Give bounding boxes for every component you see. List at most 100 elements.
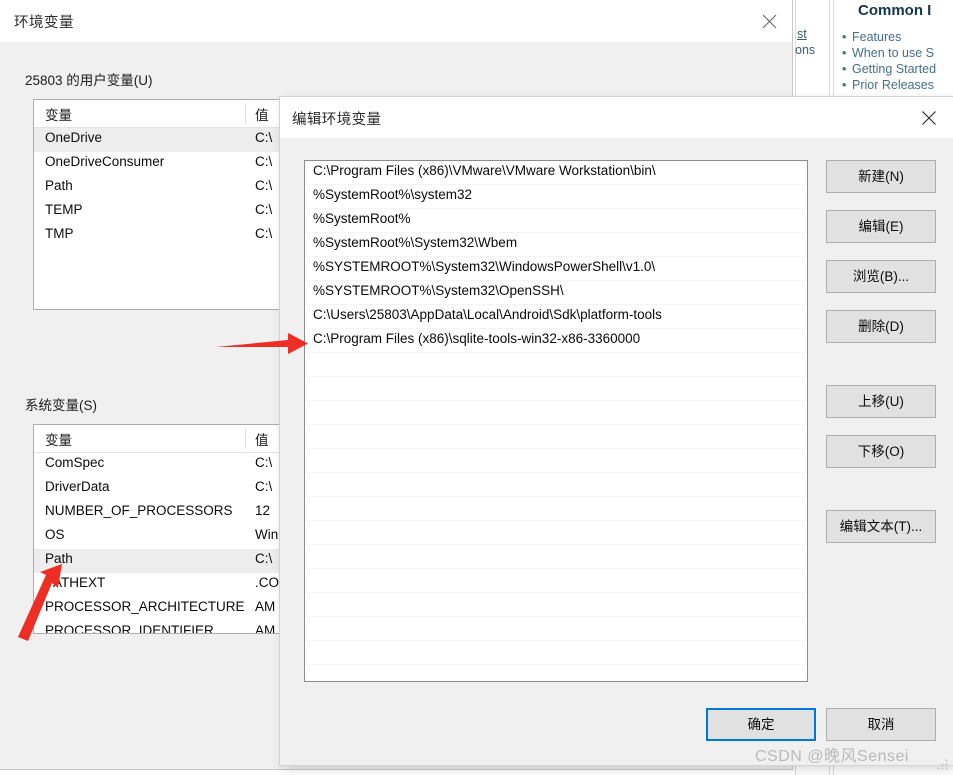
- table-row[interactable]: OneDrive C:\: [34, 128, 279, 152]
- table-row[interactable]: NUMBER_OF_PROCESSORS 12: [34, 501, 279, 525]
- system-variables-table[interactable]: 变量 值 ComSpec C:\ DriverData C:\ NUMBER_OF_PR…: [33, 424, 280, 634]
- edit-environment-variable-dialog: 编辑环境变量 C:\Program Files (x86)\VMware\VMw…: [280, 97, 953, 765]
- path-list-item[interactable]: C:\Program Files (x86)\VMware\VMware Wor…: [305, 161, 807, 185]
- table-row[interactable]: ComSpec C:\: [34, 453, 279, 477]
- bg-bullet-0[interactable]: • Features: [842, 30, 901, 44]
- system-variable-name: OS: [45, 527, 65, 542]
- user-variable-value: C:\: [255, 226, 273, 241]
- system-variable-name: PROCESSOR_ARCHITECTURE: [45, 599, 245, 614]
- table-row[interactable]: TMP C:\: [34, 224, 279, 248]
- path-list-item[interactable]: C:\Program Files (x86)\sqlite-tools-win3…: [305, 329, 807, 353]
- bg-bullet-label-2: Getting Started: [852, 62, 937, 76]
- user-variable-value: C:\: [255, 178, 273, 193]
- path-list-empty-row: [305, 497, 807, 521]
- path-list-item-label: %SystemRoot%\System32\Wbem: [313, 235, 518, 250]
- user-col-divider: [245, 103, 246, 124]
- user-variable-name: Path: [45, 178, 73, 193]
- table-row[interactable]: OneDriveConsumer C:\: [34, 152, 279, 176]
- path-list-item[interactable]: %SYSTEMROOT%\System32\OpenSSH\: [305, 281, 807, 305]
- system-variable-value: AM: [255, 599, 276, 614]
- path-list-empty-row: [305, 377, 807, 401]
- move-down-button[interactable]: 下移(O): [826, 435, 936, 468]
- path-list-item[interactable]: %SystemRoot%: [305, 209, 807, 233]
- bg-page-heading: Common I: [858, 2, 932, 19]
- path-list-item-label: %SYSTEMROOT%\System32\OpenSSH\: [313, 283, 564, 298]
- path-list-item-label: %SYSTEMROOT%\System32\WindowsPowerShell\…: [313, 259, 656, 274]
- bg-bullet-3[interactable]: • Prior Releases: [842, 78, 934, 92]
- user-variable-name: TMP: [45, 226, 74, 241]
- system-col-divider: [245, 428, 246, 449]
- resize-grip-icon[interactable]: [937, 758, 949, 770]
- user-variable-name: TEMP: [45, 202, 83, 217]
- system-variable-value: C:\: [255, 551, 273, 566]
- system-variable-value: 12: [255, 503, 271, 518]
- bg-bullet-1[interactable]: • When to use S: [842, 46, 934, 60]
- move-up-button[interactable]: 上移(U): [826, 385, 936, 418]
- system-variable-name: PROCESSOR_IDENTIFIER: [45, 623, 214, 634]
- path-list-item-label: C:\Program Files (x86)\VMware\VMware Wor…: [313, 163, 656, 178]
- user-col-header-name: 变量: [45, 108, 72, 123]
- path-list-item-label: C:\Users\25803\AppData\Local\Android\Sdk…: [313, 307, 662, 322]
- table-row[interactable]: DriverData C:\: [34, 477, 279, 501]
- cancel-button[interactable]: 取消: [826, 708, 936, 741]
- user-variables-group-label: 25803 的用户变量(U): [25, 69, 159, 89]
- path-list-item[interactable]: %SystemRoot%\System32\Wbem: [305, 233, 807, 257]
- system-variables-rows: ComSpec C:\ DriverData C:\ NUMBER_OF_PROCESS…: [34, 453, 279, 634]
- env-window-title: 环境变量: [14, 15, 74, 31]
- system-variable-value: AM: [255, 623, 276, 634]
- user-variable-value: C:\: [255, 202, 273, 217]
- csdn-watermark: CSDN @晚风Sensei: [755, 748, 909, 765]
- table-row[interactable]: OS Win: [34, 525, 279, 549]
- table-row[interactable]: Path C:\: [34, 176, 279, 200]
- path-list-empty-row: [305, 617, 807, 641]
- bg-bullet-label-3: Prior Releases: [852, 78, 934, 92]
- close-icon[interactable]: [746, 0, 792, 42]
- bullet-dot-icon: •: [842, 62, 847, 76]
- user-variable-name: OneDrive: [45, 130, 103, 145]
- bg-bullet-label-1: When to use S: [852, 46, 934, 60]
- path-list-item-label: %SystemRoot%: [313, 211, 411, 226]
- delete-button[interactable]: 删除(D): [826, 310, 936, 343]
- bullet-dot-icon: •: [842, 46, 847, 60]
- path-list-empty-row: [305, 449, 807, 473]
- path-list-item[interactable]: C:\Users\25803\AppData\Local\Android\Sdk…: [305, 305, 807, 329]
- path-entries-listbox[interactable]: C:\Program Files (x86)\VMware\VMware Wor…: [304, 160, 808, 682]
- path-list-item[interactable]: %SystemRoot%\system32: [305, 185, 807, 209]
- edit-text-button[interactable]: 编辑文本(T)...: [826, 510, 936, 543]
- bg-bullet-label-0: Features: [852, 30, 902, 44]
- ok-button[interactable]: 确定: [706, 708, 816, 741]
- table-row[interactable]: Path C:\: [34, 549, 279, 573]
- system-variable-name: PATHEXT: [45, 575, 106, 590]
- system-variable-name: DriverData: [45, 479, 110, 494]
- user-col-header-value: 值: [255, 108, 269, 123]
- table-row[interactable]: PROCESSOR_ARCHITECTURE AM: [34, 597, 279, 621]
- bg-link-0[interactable]: st: [797, 27, 807, 41]
- edit-button[interactable]: 编辑(E): [826, 210, 936, 243]
- table-row[interactable]: PATHEXT .CO: [34, 573, 279, 597]
- system-col-header-name: 变量: [45, 433, 72, 448]
- edit-dialog-titlebar: 编辑环境变量: [280, 97, 953, 138]
- system-variable-value: Win: [255, 527, 279, 542]
- bg-bullet-2[interactable]: • Getting Started: [842, 62, 936, 76]
- path-list-empty-row: [305, 521, 807, 545]
- env-window-titlebar: 环境变量: [0, 0, 792, 42]
- user-variable-name: OneDriveConsumer: [45, 154, 165, 169]
- new-button[interactable]: 新建(N): [826, 160, 936, 193]
- path-list-empty-row: [305, 641, 807, 665]
- path-list-item-label: %SystemRoot%\system32: [313, 187, 473, 202]
- browse-button[interactable]: 浏览(B)...: [826, 260, 936, 293]
- path-list-empty-row: [305, 425, 807, 449]
- user-variables-table[interactable]: 变量 值 OneDrive C:\ OneDriveConsumer C:\ Path C…: [33, 99, 280, 310]
- path-list-empty-row: [305, 545, 807, 569]
- system-variable-name: NUMBER_OF_PROCESSORS: [45, 503, 233, 518]
- path-list-item-label: C:\Program Files (x86)\sqlite-tools-win3…: [313, 331, 641, 346]
- bg-link-1[interactable]: ons: [795, 43, 815, 57]
- table-row[interactable]: TEMP C:\: [34, 200, 279, 224]
- table-row[interactable]: PROCESSOR_IDENTIFIER AM: [34, 621, 279, 634]
- path-list-item[interactable]: %SYSTEMROOT%\System32\WindowsPowerShell\…: [305, 257, 807, 281]
- close-icon[interactable]: [905, 97, 953, 138]
- system-variable-value: .CO: [255, 575, 280, 590]
- system-variable-value: C:\: [255, 479, 273, 494]
- path-list-empty-row: [305, 569, 807, 593]
- system-variable-name: ComSpec: [45, 455, 105, 470]
